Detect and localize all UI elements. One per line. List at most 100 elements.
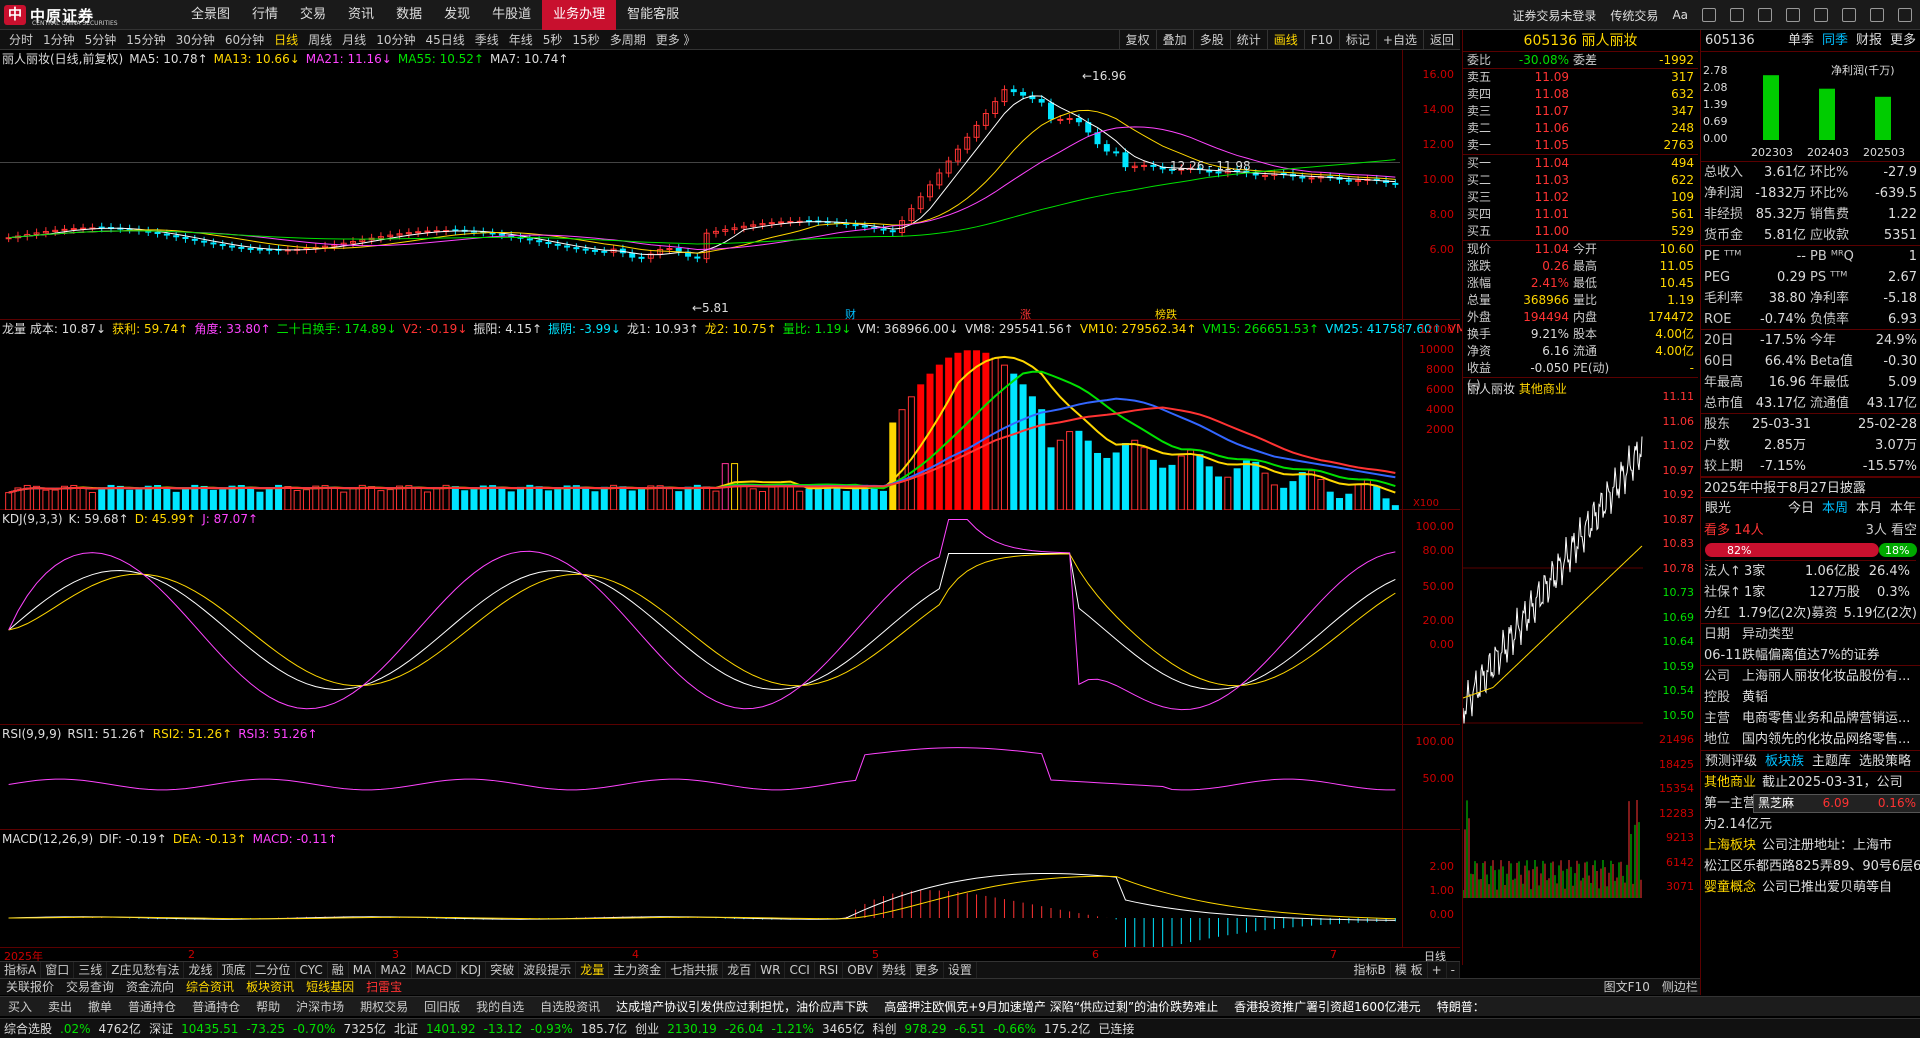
macd-panel[interactable]: MACD(12,26,9) DIF: -0.19↑ DEA: -0.13↑ MACD:… <box>0 830 1460 947</box>
status-item[interactable]: 香港投资推广署引资超1600亿港元 <box>1226 998 1429 1015</box>
tool-button[interactable]: 复权 <box>1118 30 1156 50</box>
indicator-tab[interactable]: 三线 <box>74 962 108 979</box>
indicator-tab[interactable]: 波段提示 <box>519 962 577 979</box>
period-tab[interactable]: 60分钟 <box>220 30 269 50</box>
ask-level[interactable]: 卖一 11.05 2763 <box>1463 137 1698 154</box>
period-tab[interactable]: 15秒 <box>567 30 604 50</box>
news-3[interactable]: 上海板块 公司注册地址：上海市 <box>1701 835 1920 856</box>
nav-item[interactable]: 牛股道 <box>481 0 542 30</box>
panel-tab[interactable]: 图文F10 <box>1598 979 1656 996</box>
kdj-panel[interactable]: KDJ(9,3,3) K: 59.68↑ D: 45.99↑ J: 87.07↑ 10… <box>0 510 1460 725</box>
indicator-control[interactable]: - <box>1447 962 1460 979</box>
period-tab[interactable]: 分时 <box>4 30 38 50</box>
status-item[interactable]: 买入 <box>0 998 40 1015</box>
finance-tab[interactable]: 财报 <box>1856 30 1882 51</box>
indicator-tab[interactable]: MA2 <box>376 962 412 979</box>
info-row[interactable]: 控股 黄韬 <box>1701 687 1920 708</box>
bid-level[interactable]: 买四 11.01 561 <box>1463 206 1698 223</box>
period-tab[interactable]: 10分钟 <box>371 30 420 50</box>
gear-icon[interactable] <box>1758 8 1772 22</box>
indicator-tab[interactable]: 龙百 <box>723 962 757 979</box>
finance-tab[interactable]: 同季 <box>1822 30 1848 51</box>
indicator-tab[interactable]: 融 <box>328 962 349 979</box>
bid-level[interactable]: 买二 11.03 622 <box>1463 172 1698 189</box>
abnormal-row[interactable]: 06-11 跌幅偏离值达7%的证券 <box>1701 645 1920 666</box>
info-tab[interactable]: 关联报价 <box>0 979 60 996</box>
period-tab[interactable]: 周线 <box>303 30 337 50</box>
nav-item[interactable]: 数据 <box>385 0 433 30</box>
ask-level[interactable]: 卖五 11.09 317 <box>1463 69 1698 86</box>
info-tab[interactable]: 扫雷宝 <box>360 979 408 996</box>
status-item[interactable]: 特朗普： <box>1429 998 1493 1015</box>
indicator-tab[interactable]: 势线 <box>878 962 911 979</box>
status-item[interactable]: 回旧版 <box>416 998 468 1015</box>
news-1[interactable]: 其他商业 截止2025-03-31，公司 <box>1701 772 1920 793</box>
formula-icon[interactable] <box>1730 8 1744 22</box>
status-item[interactable]: 达成增产协议引发供应过剩担忧，油价应声下跌 <box>608 998 876 1015</box>
period-tab[interactable]: 30分钟 <box>171 30 220 50</box>
finance-tab[interactable]: 更多 <box>1890 30 1916 51</box>
research-link[interactable]: 主题库 <box>1812 751 1851 771</box>
status-item[interactable]: 自选股资讯 <box>532 998 608 1015</box>
nav-item[interactable]: 行情 <box>241 0 289 30</box>
bid-level[interactable]: 买五 11.00 529 <box>1463 223 1698 240</box>
research-link[interactable]: 预测评级 <box>1705 751 1757 771</box>
indicator-tab[interactable]: 顶底 <box>218 962 251 979</box>
status-item[interactable]: 期权交易 <box>352 998 416 1015</box>
info-row[interactable]: 主营 电商零售业务和品牌营销运... <box>1701 708 1920 729</box>
tool-button[interactable]: 统计 <box>1229 30 1267 50</box>
period-tab[interactable]: 5分钟 <box>80 30 122 50</box>
indicator-tab[interactable]: 龙量 <box>576 962 610 979</box>
info-tab[interactable]: 综合资讯 <box>180 979 240 996</box>
research-link[interactable]: 选股策略 <box>1859 751 1911 771</box>
period-tab[interactable]: 季线 <box>470 30 504 50</box>
indicator-tab[interactable]: Z庄见愁有法 <box>107 962 185 979</box>
period-tab[interactable]: 45日线 <box>420 30 469 50</box>
ask-level[interactable]: 卖三 11.07 347 <box>1463 103 1698 120</box>
menu-icon[interactable] <box>1814 8 1828 22</box>
tool-button[interactable]: +自选 <box>1375 30 1423 50</box>
profit-chart[interactable]: 2.78 2.08 1.39 0.69 0.00 净利润(千万) 202303 202403 2… <box>1701 52 1920 162</box>
tool-button[interactable]: 多股 <box>1192 30 1230 50</box>
indicator-tab[interactable]: CCI <box>785 962 815 979</box>
nav-item[interactable]: 资讯 <box>337 0 385 30</box>
research-link[interactable]: 板块族 <box>1765 751 1804 771</box>
indicator-tab[interactable]: CYC <box>296 962 328 979</box>
indicator-tab[interactable]: 龙线 <box>184 962 218 979</box>
tool-button[interactable]: 返回 <box>1422 30 1460 50</box>
tool-button[interactable]: 画线 <box>1266 30 1304 50</box>
skin-icon[interactable] <box>1786 8 1800 22</box>
stock-title[interactable]: 605136 丽人丽妆 <box>1463 30 1698 52</box>
index-item[interactable]: 综合选股 <box>0 1020 56 1037</box>
status-item[interactable]: 我的自选 <box>468 998 532 1015</box>
grid-icon[interactable] <box>1702 8 1716 22</box>
indicator-control[interactable]: 指标B <box>1350 962 1391 979</box>
status-item[interactable]: 卖出 <box>40 998 80 1015</box>
tool-button[interactable]: 标记 <box>1338 30 1376 50</box>
volume-panel[interactable]: X100 龙量 成本: 10.87↓ 获利: 59.74↑ 角度: 33.80↑ 二十… <box>0 320 1482 510</box>
info-tab[interactable]: 资金流向 <box>120 979 180 996</box>
vote-tab[interactable]: 本年 <box>1890 498 1916 520</box>
indicator-tab[interactable]: 突破 <box>486 962 520 979</box>
status-item[interactable]: 普通持仓 <box>120 998 184 1015</box>
status-item[interactable]: 沪深市场 <box>288 998 352 1015</box>
nav-item[interactable]: 全景图 <box>180 0 241 30</box>
mini-sector[interactable]: 其他商业 <box>1519 382 1567 396</box>
ask-level[interactable]: 卖四 11.08 632 <box>1463 86 1698 103</box>
indicator-control[interactable]: 模 板 <box>1391 962 1428 979</box>
period-tab[interactable]: 年线 <box>504 30 538 50</box>
bid-level[interactable]: 买三 11.02 109 <box>1463 189 1698 206</box>
indicator-tab[interactable]: 设置 <box>944 962 977 979</box>
vote-tab[interactable]: 本月 <box>1856 498 1882 520</box>
traditional-trade[interactable]: 传统交易 <box>1610 7 1658 24</box>
intraday-mini[interactable]: 丽人丽妆 其他商业 11.11 11.06 11.02 10.97 10.92 10.87… <box>1463 378 1698 898</box>
indicator-tab[interactable]: 七指共振 <box>666 962 724 979</box>
indicator-tab[interactable]: WR <box>756 962 786 979</box>
ask-level[interactable]: 卖二 11.06 248 <box>1463 120 1698 137</box>
period-tab[interactable]: 日线 <box>269 30 303 50</box>
tool-button[interactable]: 叠加 <box>1155 30 1193 50</box>
nav-item[interactable]: 发现 <box>433 0 481 30</box>
period-tab[interactable]: 1分钟 <box>38 30 80 50</box>
status-item[interactable]: 撤单 <box>80 998 120 1015</box>
info-row[interactable]: 公司 上海丽人丽妆化妆品股份有... <box>1701 666 1920 687</box>
